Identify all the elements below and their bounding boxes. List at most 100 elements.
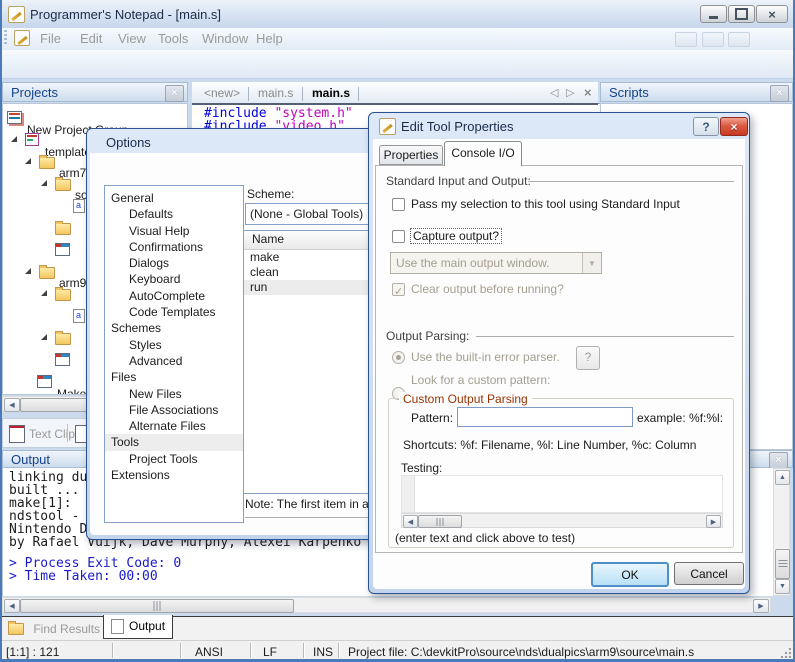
close-button[interactable]: × xyxy=(756,5,788,23)
maximize-button[interactable] xyxy=(728,5,755,23)
output-hscrollbar[interactable]: ◀ ▶ xyxy=(2,597,771,613)
tree-row[interactable]: Makefile xyxy=(3,374,18,387)
expander-icon[interactable] xyxy=(25,158,31,164)
options-tree-item[interactable]: Defaults xyxy=(105,206,243,222)
folder-icon xyxy=(55,333,71,345)
scroll-thumb[interactable] xyxy=(20,599,294,613)
ok-button[interactable]: OK xyxy=(591,562,669,587)
options-tree[interactable]: General Defaults Visual Help Confirmatio… xyxy=(104,185,244,523)
scroll-right-icon[interactable]: ▶ xyxy=(753,599,769,613)
tree-row[interactable] xyxy=(3,308,15,322)
scroll-thumb[interactable] xyxy=(775,549,790,579)
menubar-grip[interactable] xyxy=(4,30,7,46)
minimize-button[interactable] xyxy=(700,5,727,23)
tab-mains-active[interactable]: main.s xyxy=(312,86,350,100)
scroll-left-icon[interactable]: ◀ xyxy=(403,515,418,528)
options-tree-item[interactable]: Project Tools xyxy=(105,451,243,467)
editor-tabbar: <new> main.s main.s ◁ ▷ × xyxy=(192,82,598,105)
cancel-button[interactable]: Cancel xyxy=(674,562,744,585)
menu-file[interactable]: File xyxy=(40,31,61,46)
options-tree-item[interactable]: Files xyxy=(105,369,243,385)
tree-row[interactable] xyxy=(3,220,19,232)
projects-close-icon[interactable]: × xyxy=(165,85,184,102)
pass-selection-label[interactable]: Pass my selection to this tool using Sta… xyxy=(411,197,680,211)
pattern-input[interactable] xyxy=(457,407,633,427)
options-tree-item[interactable]: AutoComplete xyxy=(105,288,243,304)
tab-text-clips[interactable]: Text Clips xyxy=(29,427,81,441)
tree-row[interactable] xyxy=(3,330,19,342)
scroll-thumb[interactable] xyxy=(418,515,462,528)
testing-hscrollbar[interactable]: ◀ ▶ xyxy=(401,513,723,528)
scripts-close-icon[interactable]: × xyxy=(770,85,789,102)
expander-icon[interactable] xyxy=(41,334,47,340)
options-tree-item[interactable]: General xyxy=(105,190,243,206)
tree-row[interactable] xyxy=(3,352,18,365)
options-tree-item[interactable]: Advanced xyxy=(105,353,243,369)
capture-output-checkbox[interactable] xyxy=(392,230,405,243)
options-tree-item[interactable]: Schemes xyxy=(105,320,243,336)
scheme-select-value: (None - Global Tools) xyxy=(246,207,372,221)
options-dialog-title: Options xyxy=(106,135,151,150)
mdi-restore-button[interactable] xyxy=(702,32,724,47)
testing-label: Testing: xyxy=(401,461,442,475)
options-tree-item[interactable]: Dialogs xyxy=(105,255,243,271)
options-tree-item[interactable]: Alternate Files xyxy=(105,418,243,434)
expander-icon[interactable] xyxy=(11,136,17,142)
tab-scroll-right-icon[interactable]: ▷ xyxy=(566,86,574,99)
tab-find-results[interactable]: Find Results xyxy=(8,621,100,636)
options-tree-item[interactable]: Styles xyxy=(105,337,243,353)
tab-scroll-left-icon[interactable]: ◁ xyxy=(550,86,558,99)
resize-grip[interactable] xyxy=(781,648,791,658)
scroll-left-icon[interactable]: ◀ xyxy=(4,599,20,613)
options-tree-item[interactable]: Confirmations xyxy=(105,239,243,255)
tree-row[interactable]: New Project Group xyxy=(3,110,18,123)
dialog-close-icon[interactable]: × xyxy=(720,117,748,136)
output-close-icon[interactable]: × xyxy=(769,452,788,469)
mdi-minimize-button[interactable] xyxy=(675,32,697,47)
expander-icon[interactable] xyxy=(41,180,47,186)
scroll-up-icon[interactable]: ▲ xyxy=(775,470,790,485)
tree-row[interactable]: arm7 xyxy=(3,154,19,166)
tab-mains-1[interactable]: main.s xyxy=(258,86,293,100)
options-tree-item[interactable]: Visual Help xyxy=(105,223,243,239)
console-io-tab-page: Standard Input and Output: Pass my selec… xyxy=(375,165,743,553)
options-tree-item-selected[interactable]: Tools xyxy=(105,434,243,450)
options-tree-item[interactable]: Keyboard xyxy=(105,271,243,287)
expander-icon[interactable] xyxy=(25,268,31,274)
tab-console-io[interactable]: Console I/O xyxy=(444,141,522,166)
tab-close-icon[interactable]: × xyxy=(584,85,592,100)
tab-new[interactable]: <new> xyxy=(204,86,240,100)
options-tree-item[interactable]: Extensions xyxy=(105,467,243,483)
options-tree-item[interactable]: File Associations xyxy=(105,402,243,418)
scroll-right-icon[interactable]: ▶ xyxy=(706,515,721,528)
menu-tools[interactable]: Tools xyxy=(158,31,188,46)
scroll-down-icon[interactable]: ▼ xyxy=(775,579,790,594)
tree-row[interactable]: source xyxy=(3,176,19,188)
output-vscrollbar[interactable]: ▲ ▼ xyxy=(773,468,790,596)
menu-view[interactable]: View xyxy=(118,31,146,46)
testing-area[interactable] xyxy=(401,475,723,513)
testing-hint: (enter text and click above to test) xyxy=(395,531,575,545)
tree-row[interactable] xyxy=(3,198,15,212)
pass-selection-checkbox[interactable] xyxy=(392,198,405,211)
text-clips-icon[interactable] xyxy=(9,425,25,443)
tree-row[interactable]: arm9 xyxy=(3,264,19,276)
help-button[interactable]: ? xyxy=(693,117,719,136)
menu-window[interactable]: Window xyxy=(202,31,248,46)
capture-output-label[interactable]: Capture output? xyxy=(411,229,501,243)
menu-help[interactable]: Help xyxy=(256,31,283,46)
options-tree-item[interactable]: New Files xyxy=(105,386,243,402)
tree-row[interactable] xyxy=(3,242,18,255)
mdi-close-button[interactable] xyxy=(728,32,750,47)
tree-row[interactable] xyxy=(3,286,19,298)
expander-icon[interactable] xyxy=(41,290,47,296)
tab-properties[interactable]: Properties xyxy=(379,145,443,165)
menu-edit[interactable]: Edit xyxy=(80,31,102,46)
tree-row[interactable]: template xyxy=(3,132,17,145)
tab-output[interactable]: Output xyxy=(103,615,173,639)
tree-row-label: arm9 xyxy=(59,276,86,290)
options-tree-item[interactable]: Code Templates xyxy=(105,304,243,320)
output-window-select-value: Use the main output window. xyxy=(391,256,582,270)
scroll-left-icon[interactable]: ◀ xyxy=(4,398,20,412)
edit-tool-dialog-title: Edit Tool Properties xyxy=(401,119,514,134)
